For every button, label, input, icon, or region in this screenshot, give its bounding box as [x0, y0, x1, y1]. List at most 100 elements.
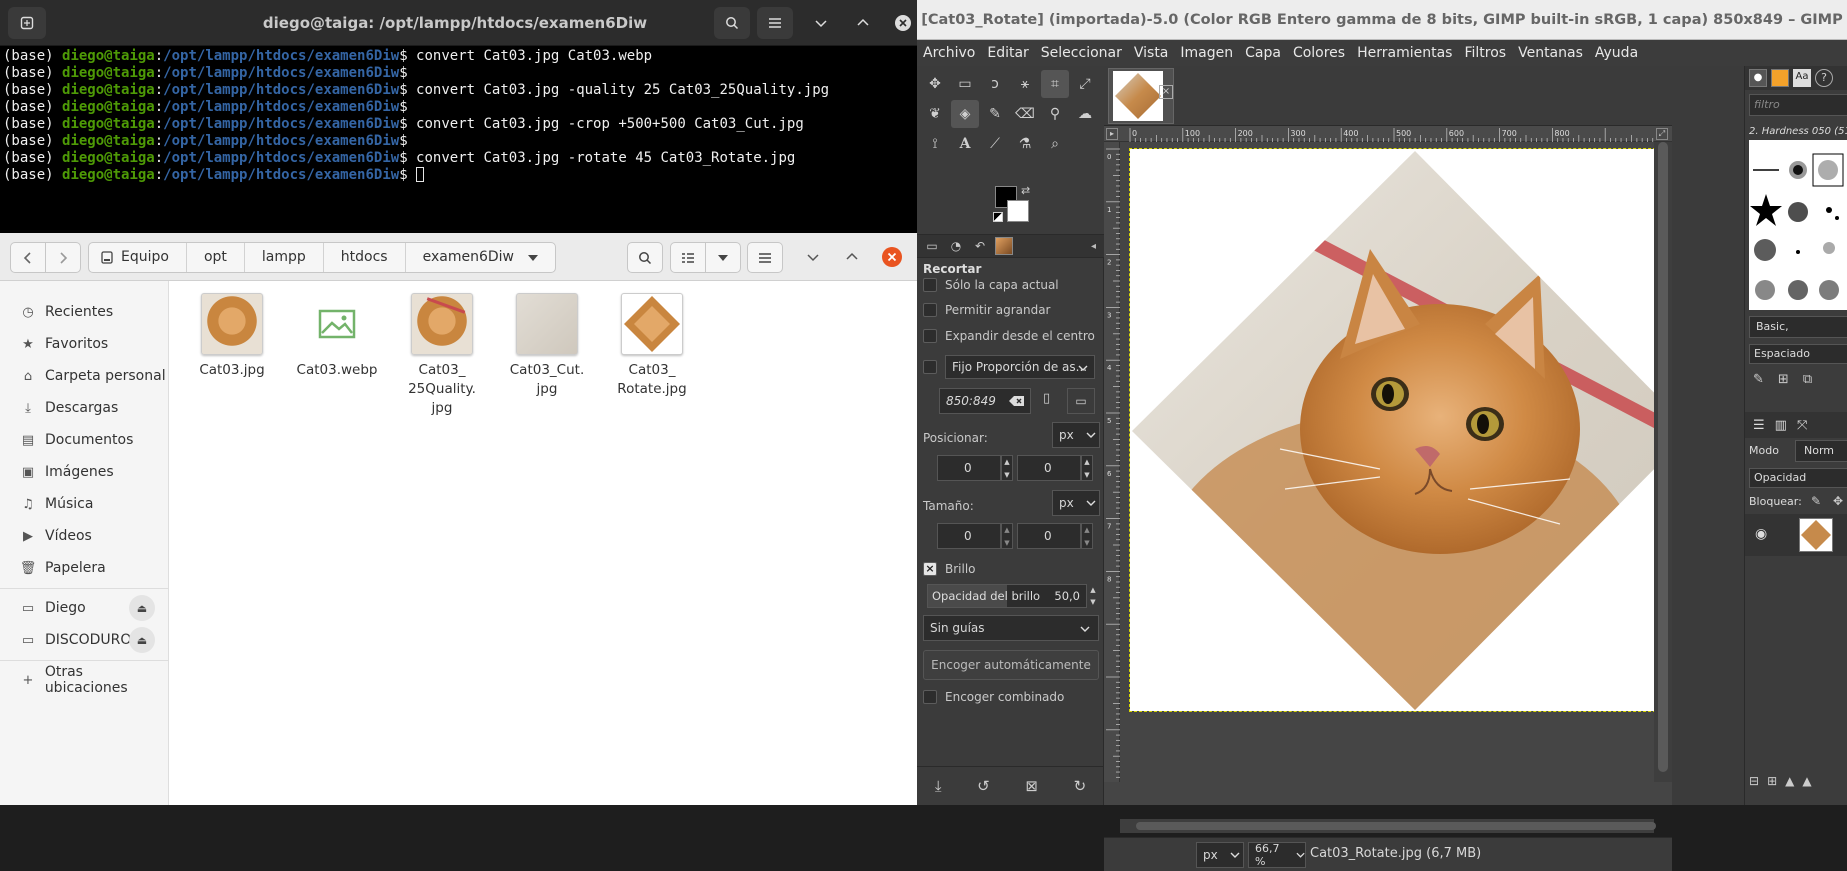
- horizontal-scrollbar[interactable]: [1120, 819, 1656, 833]
- allow-grow-option[interactable]: Permitir agrandar: [923, 303, 1098, 317]
- stepper-icon[interactable]: ▲ ▼: [1087, 584, 1099, 608]
- default-colors-icon[interactable]: [993, 212, 1003, 222]
- smudge-tool-icon[interactable]: ☁: [1071, 100, 1099, 128]
- view-options-button[interactable]: [705, 242, 741, 273]
- image-canvas[interactable]: [1129, 148, 1696, 712]
- menu-item[interactable]: Imagen: [1174, 45, 1239, 61]
- vertical-scrollbar[interactable]: [1654, 142, 1672, 782]
- position-y-field[interactable]: 0: [1017, 455, 1081, 481]
- position-x-field[interactable]: 0: [937, 455, 1001, 481]
- dock-menu-icon[interactable]: ◂: [1091, 241, 1096, 252]
- fuzzy-select-tool-icon[interactable]: ⚹: [1011, 70, 1039, 98]
- rect-select-tool-icon[interactable]: ▭: [951, 70, 979, 98]
- zoom-tool-icon[interactable]: ⌕: [1041, 130, 1069, 158]
- search-button[interactable]: [627, 242, 663, 273]
- tool-options-tab-icon[interactable]: ▭: [923, 239, 941, 253]
- file-item[interactable]: Cat03_ Rotate.jpg: [612, 293, 692, 399]
- fixed-mode-dropdown[interactable]: Fijo Proporción de as...: [945, 355, 1095, 379]
- help-tab-icon[interactable]: ?: [1815, 69, 1833, 87]
- lower-layer-icon[interactable]: ▲: [1802, 774, 1811, 788]
- size-height-field[interactable]: 0: [1017, 523, 1081, 549]
- save-options-icon[interactable]: ⤓: [935, 777, 942, 795]
- mode-dropdown[interactable]: Norm: [1795, 440, 1847, 462]
- position-unit-dropdown[interactable]: px: [1052, 422, 1100, 448]
- scroll-thumb[interactable]: [1658, 142, 1668, 772]
- checkbox[interactable]: [923, 690, 937, 704]
- bucket-fill-tool-icon[interactable]: ◈: [951, 100, 979, 128]
- sidebar-item[interactable]: + Otras ubicaciones: [0, 661, 169, 699]
- crumb-equipo[interactable]: Equipo: [89, 243, 187, 272]
- patterns-tab-icon[interactable]: [1771, 69, 1789, 87]
- paths-tab-icon[interactable]: ⤧: [1797, 418, 1807, 433]
- images-tab-icon[interactable]: [995, 237, 1013, 255]
- checkbox-checked[interactable]: ×: [923, 562, 937, 576]
- color-picker-tool-icon[interactable]: ⚗: [1011, 130, 1039, 158]
- new-tab-button[interactable]: [8, 7, 46, 39]
- swap-colors-icon[interactable]: ⇄: [1021, 184, 1030, 197]
- size-width-field[interactable]: 0: [937, 523, 1001, 549]
- menu-item[interactable]: Seleccionar: [1035, 45, 1128, 61]
- paintbrush-tool-icon[interactable]: ✎: [981, 100, 1009, 128]
- lock-pixels-icon[interactable]: ✎: [1811, 494, 1821, 508]
- reset-options-icon[interactable]: ↻: [1074, 777, 1087, 795]
- image-tab[interactable]: ×: [1108, 68, 1174, 124]
- stepper-icon[interactable]: ▲ ▼: [1001, 523, 1013, 549]
- edit-brush-icon[interactable]: ✎: [1753, 372, 1764, 387]
- maximize-button[interactable]: [839, 247, 865, 267]
- new-brush-icon[interactable]: ⊞: [1778, 372, 1789, 387]
- new-layer-group-icon[interactable]: ⊟: [1749, 774, 1759, 788]
- layers-tab-icon[interactable]: ☰: [1753, 418, 1765, 433]
- transform-tool-icon[interactable]: ⤢: [1071, 70, 1099, 98]
- undo-history-tab-icon[interactable]: ↶: [971, 239, 989, 253]
- layer-row[interactable]: ◉: [1745, 514, 1847, 556]
- menu-item[interactable]: Filtros: [1458, 45, 1512, 61]
- crop-tool-icon[interactable]: ⌗: [1041, 70, 1069, 98]
- view-toggle-button[interactable]: [670, 242, 706, 273]
- checkbox[interactable]: [923, 329, 937, 343]
- device-status-tab-icon[interactable]: ◔: [947, 239, 965, 253]
- clear-icon[interactable]: [1009, 395, 1025, 407]
- background-color-swatch[interactable]: [1007, 200, 1029, 222]
- brush-grid[interactable]: [1749, 140, 1847, 310]
- stepper-icon[interactable]: ▲ ▼: [1081, 523, 1093, 549]
- clone-tool-icon[interactable]: ⚲: [1041, 100, 1069, 128]
- move-tool-icon[interactable]: ✥: [921, 70, 949, 98]
- maximize-button[interactable]: [845, 7, 881, 39]
- crumb-current[interactable]: examen6Diw: [406, 243, 555, 272]
- expand-center-option[interactable]: Expandir desde el centro: [923, 329, 1098, 343]
- menu-item[interactable]: Ayuda: [1589, 45, 1644, 61]
- crumb-opt[interactable]: opt: [187, 243, 245, 272]
- menu-item[interactable]: Colores: [1287, 45, 1351, 61]
- opacity-slider[interactable]: Opacidad: [1749, 468, 1847, 488]
- portrait-icon[interactable]: ▯: [1043, 391, 1050, 406]
- measure-tool-icon[interactable]: ⟋: [981, 130, 1009, 158]
- lock-position-icon[interactable]: ✥: [1833, 494, 1843, 508]
- ratio-field[interactable]: 850:849: [939, 388, 1031, 414]
- terminal-output[interactable]: (base) diego@taiga:/opt/lampp/htdocs/exa…: [3, 48, 913, 230]
- close-button[interactable]: [881, 246, 903, 268]
- file-item[interactable]: Cat03_ 25Quality. jpg: [402, 293, 482, 418]
- stepper-icon[interactable]: ▲ ▼: [1001, 455, 1013, 481]
- lasso-tool-icon[interactable]: ↄ: [981, 70, 1009, 98]
- delete-options-icon[interactable]: ⊠: [1025, 777, 1038, 795]
- forward-button[interactable]: [45, 242, 81, 273]
- duplicate-brush-icon[interactable]: ⧉: [1803, 372, 1812, 387]
- only-current-layer-option[interactable]: Sólo la capa actual: [923, 278, 1098, 292]
- crumb-htdocs[interactable]: htdocs: [324, 243, 406, 272]
- menu-item[interactable]: Archivo: [917, 45, 981, 61]
- highlight-opacity-slider[interactable]: Opacidad del brillo 50,0: [927, 584, 1087, 608]
- raise-layer-icon[interactable]: ▲: [1785, 774, 1794, 788]
- sidebar-item[interactable]: 🗑 Papelera: [0, 549, 169, 587]
- canvas-viewport[interactable]: [1120, 142, 1696, 782]
- search-button[interactable]: [714, 7, 750, 39]
- fonts-tab-icon[interactable]: Aa: [1793, 69, 1811, 87]
- menu-item[interactable]: Herramientas: [1351, 45, 1458, 61]
- new-layer-icon[interactable]: ⊞: [1767, 774, 1777, 788]
- brush-filter-input[interactable]: filtro: [1749, 94, 1847, 116]
- close-tab-icon[interactable]: ×: [1159, 85, 1173, 99]
- spacing-slider[interactable]: Espaciado: [1749, 344, 1847, 364]
- zoom-dropdown[interactable]: 66,7 %: [1248, 842, 1306, 868]
- close-button[interactable]: [889, 7, 917, 39]
- menu-button[interactable]: [757, 7, 793, 39]
- brush-preset[interactable]: Basic,: [1749, 316, 1847, 338]
